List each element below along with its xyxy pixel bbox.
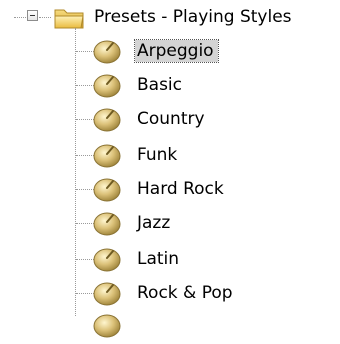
dial-icon <box>89 279 125 307</box>
dial-icon <box>89 209 125 237</box>
tree-item-arpeggio[interactable]: Arpeggio <box>0 34 340 68</box>
tree-item-funk[interactable]: Funk <box>0 138 340 172</box>
tree-connector <box>39 17 51 18</box>
dial-icon <box>89 175 125 203</box>
tree-item-rock-and-pop[interactable]: Rock & Pop <box>0 276 340 310</box>
dial-icon <box>89 311 125 339</box>
tree-item-label: Rock & Pop <box>137 283 233 303</box>
collapse-toggle-icon[interactable] <box>27 10 38 21</box>
dial-icon <box>89 37 125 65</box>
tree-item-label: Hard Rock <box>137 179 224 199</box>
tree-item-basic[interactable]: Basic <box>0 68 340 102</box>
tree-connector <box>14 17 26 18</box>
dial-icon <box>89 105 125 133</box>
tree-item-label: Country <box>137 109 205 129</box>
tree-item-partial[interactable] <box>0 308 340 342</box>
tree-item-label: Jazz <box>137 213 171 233</box>
tree-item-label: Latin <box>137 249 180 269</box>
dial-icon <box>89 141 125 169</box>
tree-item-hard-rock[interactable]: Hard Rock <box>0 172 340 206</box>
tree-item-label: Funk <box>137 145 178 165</box>
tree-item-country[interactable]: Country <box>0 102 340 136</box>
folder-icon <box>52 5 88 31</box>
tree-item-label: Arpeggio <box>134 39 219 63</box>
tree-item-latin[interactable]: Latin <box>0 242 340 276</box>
tree-root-label[interactable]: Presets - Playing Styles <box>94 6 292 28</box>
dial-icon <box>89 71 125 99</box>
tree-view: Presets - Playing Styles Arpeggio Basic … <box>0 0 340 338</box>
tree-item-label: Basic <box>137 75 183 95</box>
dial-icon <box>89 245 125 273</box>
tree-item-jazz[interactable]: Jazz <box>0 206 340 240</box>
